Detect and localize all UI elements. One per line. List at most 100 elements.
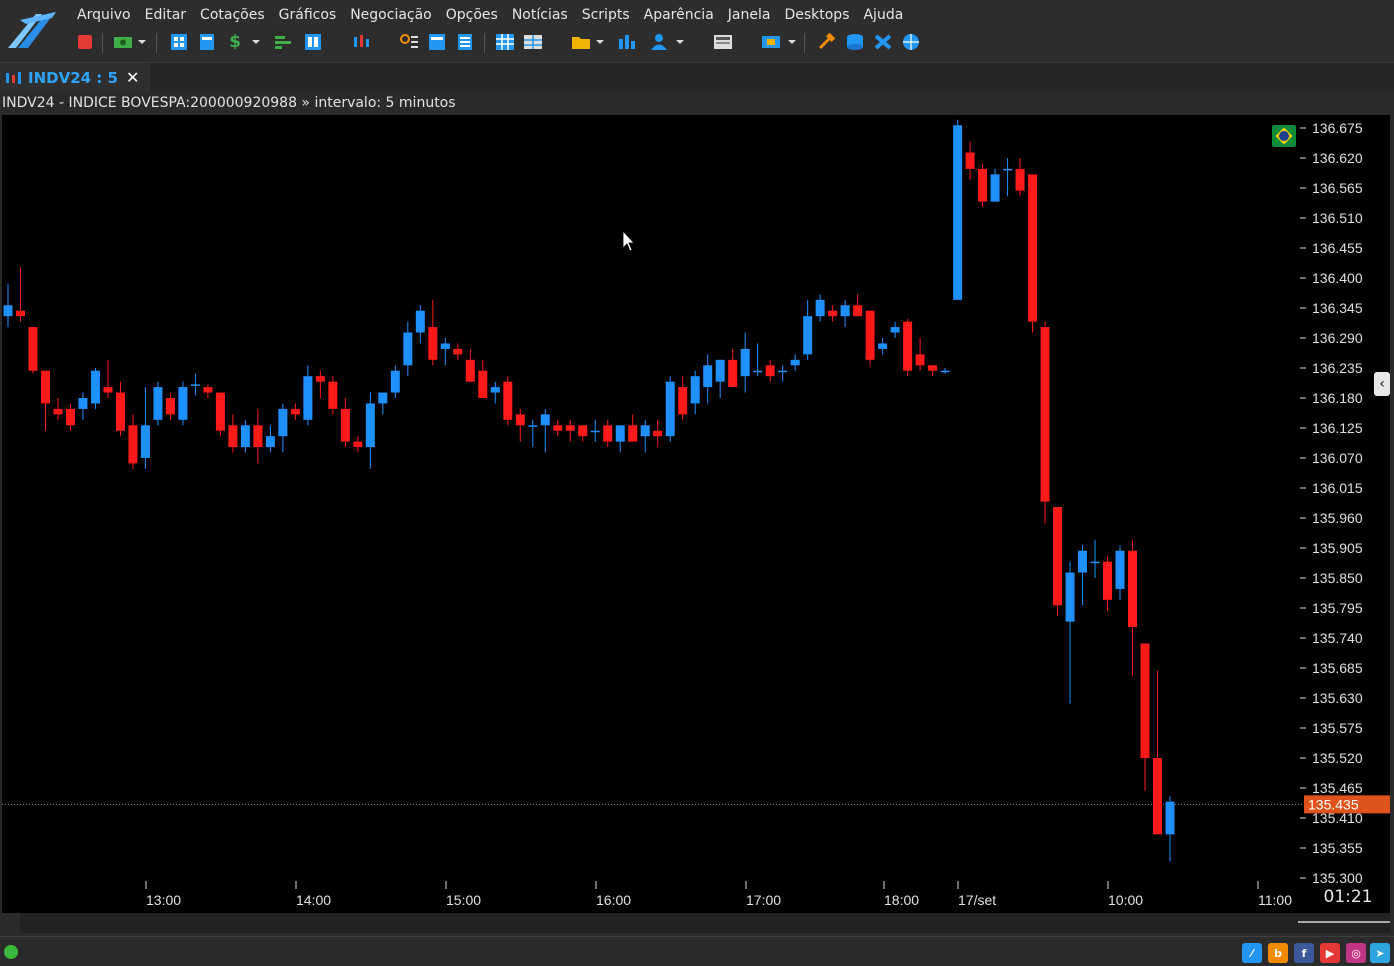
candle-body [415,310,425,333]
candle-body [365,403,375,448]
candle-body [790,359,800,366]
app-logo-icon[interactable] [6,6,58,50]
candle-body [240,425,250,448]
telegram-icon[interactable]: ➤ [1370,943,1390,963]
money-icon[interactable] [112,30,134,54]
clock: 01:21 [1323,887,1373,907]
chevron-down-icon[interactable] [250,30,262,54]
y-tick-label: 135.685 [1312,660,1363,676]
dollar-chart-icon[interactable]: $ [224,30,246,54]
toolbar-separator [804,33,805,53]
calculator-icon[interactable] [168,30,190,54]
candle-body [53,408,63,415]
grid-window-icon[interactable] [302,30,324,54]
list-panel-icon[interactable] [454,30,476,54]
candle-body [440,343,450,349]
candle-body [628,425,638,442]
candle-body [640,425,650,437]
tab-indv24[interactable]: INDV24 : 5 ✕ [0,63,150,92]
y-tick-label: 135.795 [1312,600,1363,616]
plugin-icon[interactable] [872,30,894,54]
candle-body [478,370,488,398]
menu-item-notícias[interactable]: Notícias [505,4,575,28]
chevron-down-icon[interactable] [786,30,798,54]
menu-item-opções[interactable]: Opções [439,4,505,28]
scrollbar-thumb[interactable] [1298,921,1390,923]
book-offers-icon[interactable] [272,30,294,54]
chart-info-bar: INDV24 - INDICE BOVESPA:200000920988 » i… [0,93,1394,115]
facebook-icon[interactable]: f [1294,943,1314,963]
user-icon[interactable] [648,30,670,54]
candlestick-chart[interactable]: 136.675 136.620 136.565 136.510 136.455 136.4… [2,115,1390,913]
candle-body [753,370,763,373]
side-panel-toggle-icon[interactable]: ‹ [1374,372,1390,396]
bar-chart-icon[interactable] [616,30,638,54]
candle-body [865,310,875,360]
youtube-icon[interactable]: ▶ [1320,943,1340,963]
menu-item-gráficos[interactable]: Gráficos [272,4,344,28]
candle-body [103,387,113,393]
candle-body [665,381,675,437]
status-bar: ⁄ b f ▶ ◎ ➤ [0,936,1394,966]
candle-body [1053,507,1063,606]
hammer-icon[interactable] [816,30,838,54]
horizontal-scrollbar[interactable] [20,913,1390,933]
candle-body [728,359,738,388]
candle-body [253,425,263,448]
database-icon[interactable] [844,30,866,54]
nelogica-icon[interactable]: ⁄ [1242,943,1262,963]
y-tick-label: 135.850 [1312,570,1363,586]
candle-body [965,152,975,169]
scanner-icon[interactable] [398,30,420,54]
table-icon[interactable] [522,30,544,54]
x-tick-label: 13:00 [146,892,181,908]
spreadsheet-icon[interactable] [494,30,516,54]
menu-item-cotações[interactable]: Cotações [193,4,272,28]
stop-icon[interactable] [74,30,96,54]
menu-item-ajuda[interactable]: Ajuda [856,4,910,28]
connection-status-icon [4,945,18,959]
y-tick-label: 135.905 [1312,540,1363,556]
menu-item-scripts[interactable]: Scripts [575,4,637,28]
quote-window-icon[interactable] [196,30,218,54]
close-icon[interactable]: ✕ [126,68,139,87]
candle-body [678,387,688,415]
chevron-down-icon[interactable] [674,30,686,54]
candle-body [528,425,538,427]
candle-body [1015,168,1025,191]
desktop-icon[interactable] [760,30,782,54]
y-tick-label: 135.355 [1312,840,1363,856]
candle-body [928,365,938,371]
candle-body [715,359,725,382]
menu-item-negociação[interactable]: Negociação [343,4,439,28]
menu-item-aparência[interactable]: Aparência [637,4,721,28]
chevron-down-icon[interactable] [594,30,606,54]
candle-body [303,376,313,420]
times-trades-icon[interactable] [350,30,372,54]
panel-icon[interactable] [426,30,448,54]
y-tick-label: 136.620 [1312,150,1363,166]
news-icon[interactable] [712,30,734,54]
last-price-label: 135.435 [1308,796,1359,812]
candle-body [353,441,363,448]
candle-body [690,376,700,404]
brazil-flag-icon [1272,125,1296,147]
chart-area[interactable]: 136.675 136.620 136.565 136.510 136.455 136.4… [2,115,1390,913]
menu-item-editar[interactable]: Editar [138,4,193,28]
toolbar-separator [484,33,485,53]
folder-icon[interactable] [570,30,592,54]
menu-item-arquivo[interactable]: Arquivo [70,4,138,28]
candle-body [165,398,175,415]
globe-icon[interactable] [900,30,922,54]
blog-icon[interactable]: b [1268,943,1288,963]
y-tick-label: 136.345 [1312,300,1363,316]
candle-body [140,425,150,458]
candle-body [940,370,950,373]
chevron-down-icon[interactable] [136,30,148,54]
candle-body [328,381,338,409]
candle-body [453,348,463,355]
menu-item-janela[interactable]: Janela [721,4,778,28]
candle-body [978,168,988,202]
menu-item-desktops[interactable]: Desktops [777,4,856,28]
instagram-icon[interactable]: ◎ [1346,943,1366,963]
